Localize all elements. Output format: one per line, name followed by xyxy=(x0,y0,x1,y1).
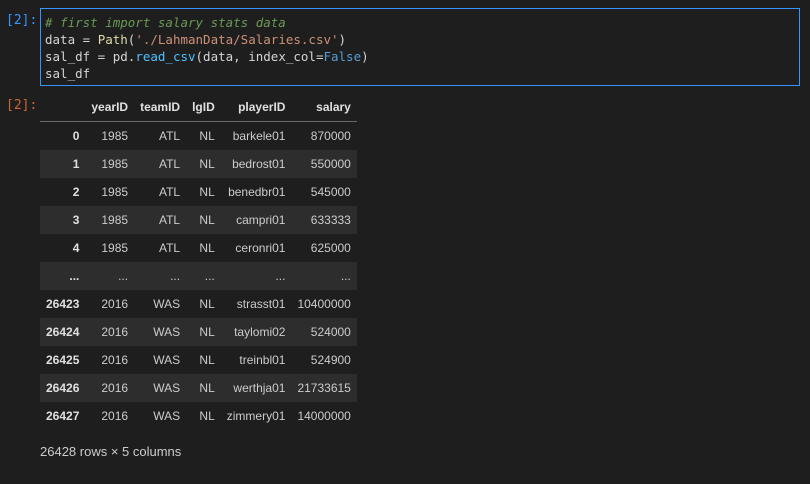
column-header: teamID xyxy=(134,93,187,122)
table-cell: benedbr01 xyxy=(228,185,286,199)
table-cell: taylomi02 xyxy=(234,325,286,339)
dataframe-table: yearID teamID lgID playerID salary 0 1985 ATL N… xyxy=(40,93,357,430)
table-cell: WAS xyxy=(153,409,181,423)
table-cell: zimmery01 xyxy=(226,409,286,423)
table-row: 4 1985 ATL NL ceronri01 625000 xyxy=(40,234,357,262)
code-line-4: sal_df xyxy=(45,66,91,81)
table-row: .................. xyxy=(40,262,357,290)
table-cell: treinbl01 xyxy=(239,353,286,367)
table-cell: NL xyxy=(199,157,215,171)
table-cell: NL xyxy=(199,325,215,339)
table-cell: 2016 xyxy=(101,409,129,423)
column-header: lgID xyxy=(186,93,221,122)
table-header-row: yearID teamID lgID playerID salary xyxy=(40,93,357,122)
code-cell[interactable]: # first import salary stats data data = … xyxy=(40,8,800,86)
code-editor[interactable]: # first import salary stats data data = … xyxy=(45,14,369,82)
row-index: 26424 xyxy=(46,325,80,339)
row-index: 26427 xyxy=(46,409,80,423)
table-cell: 550000 xyxy=(310,157,351,171)
output-prompt: [2]: xyxy=(6,98,38,113)
table-cell: 2016 xyxy=(101,381,129,395)
column-header: yearID xyxy=(85,93,135,122)
table-row: 0 1985 ATL NL barkele01 870000 xyxy=(40,121,357,150)
table-cell: ... xyxy=(118,269,129,283)
table-cell: NL xyxy=(199,213,215,227)
row-index: 3 xyxy=(72,213,80,227)
table-row: 1 1985 ATL NL bedrost01 550000 xyxy=(40,150,357,178)
table-cell: NL xyxy=(199,297,215,311)
table-cell: NL xyxy=(199,129,215,143)
row-index: 26425 xyxy=(46,353,80,367)
table-cell: NL xyxy=(199,241,215,255)
table-row: 2 1985 ATL NL benedbr01 545000 xyxy=(40,178,357,206)
table-row: 26427 2016 WAS NL zimmery01 14000000 xyxy=(40,402,357,430)
table-cell: 1985 xyxy=(101,157,129,171)
table-cell: NL xyxy=(199,381,215,395)
table-cell: werthja01 xyxy=(233,381,286,395)
table-row: 3 1985 ATL NL campri01 633333 xyxy=(40,206,357,234)
table-cell: 1985 xyxy=(101,241,129,255)
table-row: 26425 2016 WAS NL treinbl01 524900 xyxy=(40,346,357,374)
code-line-1: # first import salary stats data xyxy=(45,15,286,30)
table-cell: ATL xyxy=(158,241,181,255)
table-cell: ATL xyxy=(158,129,181,143)
table-cell: 524900 xyxy=(310,353,351,367)
table-cell: ATL xyxy=(158,213,181,227)
input-prompt: [2]: xyxy=(6,13,38,28)
table-row: 26424 2016 WAS NL taylomi02 524000 xyxy=(40,318,357,346)
table-cell: 1985 xyxy=(101,185,129,199)
table-cell: 1985 xyxy=(101,213,129,227)
table-cell: bedrost01 xyxy=(232,157,286,171)
table-cell: ATL xyxy=(158,185,181,199)
table-cell: 1985 xyxy=(101,129,129,143)
table-row: 26423 2016 WAS NL strasst01 10400000 xyxy=(40,290,357,318)
table-cell: ceronri01 xyxy=(235,241,286,255)
row-index: 2 xyxy=(72,185,80,199)
table-cell: ... xyxy=(340,269,351,283)
code-line-2: data = Path('./LahmanData/Salaries.csv') xyxy=(45,32,347,47)
table-cell: ... xyxy=(275,269,286,283)
table-cell: NL xyxy=(199,185,215,199)
table-cell: 2016 xyxy=(101,297,129,311)
table-cell: campri01 xyxy=(236,213,286,227)
table-cell: ... xyxy=(170,269,181,283)
table-cell: barkele01 xyxy=(232,129,286,143)
code-line-3: sal_df = pd.read_csv(data, index_col=Fal… xyxy=(45,49,369,64)
table-cell: WAS xyxy=(153,381,181,395)
table-cell: ... xyxy=(204,269,215,283)
table-cell: 870000 xyxy=(310,129,351,143)
row-index: 4 xyxy=(72,241,80,255)
table-cell: 2016 xyxy=(101,353,129,367)
table-cell: WAS xyxy=(153,353,181,367)
table-cell: WAS xyxy=(153,325,181,339)
table-cell: 14000000 xyxy=(297,409,351,423)
table-cell: 10400000 xyxy=(297,297,351,311)
table-cell: NL xyxy=(199,409,215,423)
dataframe-shape: 26428 rows × 5 columns xyxy=(40,444,182,459)
column-header: salary xyxy=(291,93,357,122)
row-index: 0 xyxy=(72,129,80,143)
row-index: 1 xyxy=(72,157,80,171)
table-cell: 625000 xyxy=(310,241,351,255)
table-cell: 633333 xyxy=(310,213,351,227)
table-cell: 524000 xyxy=(310,325,351,339)
row-index: 26423 xyxy=(46,297,80,311)
table-cell: NL xyxy=(199,353,215,367)
column-header: playerID xyxy=(220,93,292,122)
row-index: 26426 xyxy=(46,381,80,395)
table-cell: strasst01 xyxy=(236,297,286,311)
row-index: ... xyxy=(69,269,80,283)
table-row: 26426 2016 WAS NL werthja01 21733615 xyxy=(40,374,357,402)
table-cell: 2016 xyxy=(101,325,129,339)
table-cell: WAS xyxy=(153,297,181,311)
table-cell: 545000 xyxy=(310,185,351,199)
table-cell: ATL xyxy=(158,157,181,171)
table-cell: 21733615 xyxy=(297,381,351,395)
index-header xyxy=(40,93,86,122)
